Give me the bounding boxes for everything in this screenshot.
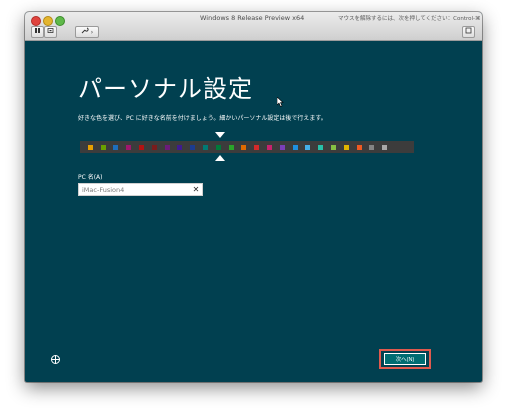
window-titlebar: Windows 8 Release Preview x64 マウスを解除するには… — [25, 12, 482, 41]
window-resize-icon — [465, 27, 472, 34]
pc-name-input[interactable] — [78, 183, 203, 196]
zoom-window-button[interactable] — [55, 16, 65, 26]
snapshot-icon — [47, 28, 54, 33]
page-title: パーソナル設定 — [78, 75, 253, 103]
vm-window: Windows 8 Release Preview x64 マウスを解除するには… — [25, 12, 482, 382]
color-swatch[interactable] — [305, 144, 311, 150]
color-swatch[interactable] — [318, 144, 324, 150]
snapshot-button[interactable] — [44, 26, 57, 38]
color-swatch[interactable] — [113, 144, 119, 150]
color-slider-top-handle[interactable] — [215, 132, 225, 138]
color-swatch[interactable] — [369, 144, 375, 150]
pause-button[interactable] — [31, 26, 44, 38]
close-window-button[interactable] — [31, 16, 41, 26]
resize-button[interactable] — [462, 26, 475, 38]
color-swatch[interactable] — [100, 144, 106, 150]
color-swatch[interactable] — [382, 144, 388, 150]
minimize-window-button[interactable] — [43, 16, 53, 26]
color-swatch[interactable] — [215, 144, 221, 150]
color-swatch[interactable] — [254, 144, 260, 150]
color-swatch[interactable] — [279, 144, 285, 150]
chevron-right-icon: › — [90, 29, 94, 36]
color-picker-strip[interactable] — [80, 141, 414, 153]
color-swatch[interactable] — [292, 144, 298, 150]
mouse-release-hint: マウスを解除するには、次を押してください：Control-⌘ — [338, 16, 481, 22]
pc-name-label: PC 名(A) — [78, 174, 103, 181]
color-swatch[interactable] — [266, 144, 272, 150]
color-swatch[interactable] — [241, 144, 247, 150]
color-swatch[interactable] — [356, 144, 362, 150]
color-swatch[interactable] — [330, 144, 336, 150]
wrench-icon — [81, 27, 89, 34]
window-title: Windows 8 Release Preview x64 — [200, 14, 305, 22]
mouse-cursor-icon — [277, 97, 284, 107]
color-swatch[interactable] — [177, 144, 183, 150]
color-swatch[interactable] — [138, 144, 144, 150]
setup-screen: パーソナル設定 好きな色を選び、PC に好きな名前を付けましょう。細かいパーソナ… — [25, 41, 482, 382]
color-swatch[interactable] — [126, 144, 132, 150]
color-swatch[interactable] — [228, 144, 234, 150]
next-button[interactable]: 次へ(N) — [384, 353, 426, 365]
ease-of-access-icon[interactable] — [50, 354, 61, 365]
color-slider-bottom-handle[interactable] — [215, 155, 225, 161]
color-swatch[interactable] — [151, 144, 157, 150]
pause-icon — [35, 28, 40, 33]
settings-button[interactable]: › — [75, 26, 99, 38]
color-swatch[interactable] — [202, 144, 208, 150]
color-swatch[interactable] — [190, 144, 196, 150]
instructions-text: 好きな色を選び、PC に好きな名前を付けましょう。細かいパーソナル設定は後で行え… — [78, 115, 327, 122]
clear-input-icon[interactable]: ✕ — [191, 184, 201, 195]
color-swatch[interactable] — [343, 144, 349, 150]
color-swatch[interactable] — [164, 144, 170, 150]
color-swatch[interactable] — [87, 144, 93, 150]
